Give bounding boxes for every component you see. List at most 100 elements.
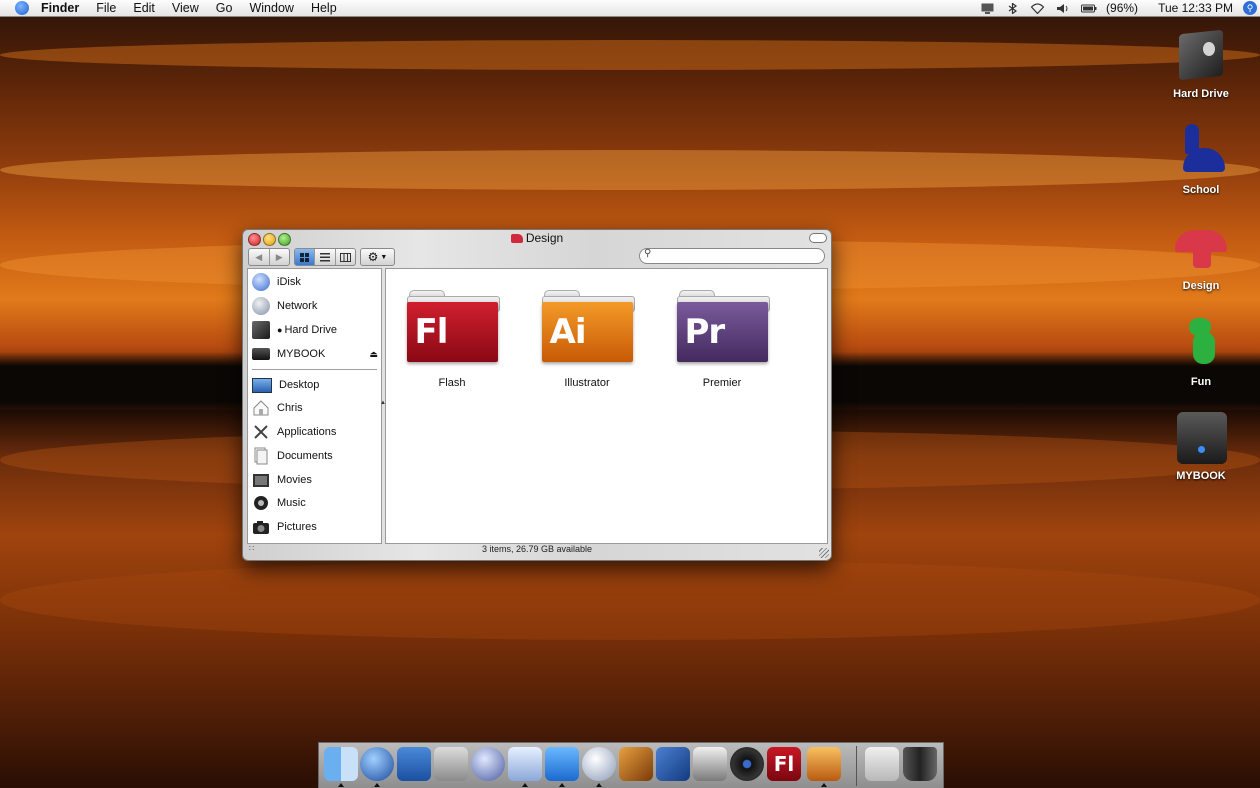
sidebar-item-desktop[interactable]: Desktop [252,375,380,395]
sidebar-item-hard-drive[interactable]: ● Hard Drive [252,320,380,340]
menu-view[interactable]: View [172,1,199,15]
display-icon[interactable] [981,3,994,14]
menu-go[interactable]: Go [216,1,233,15]
illustrator-folder-icon: Ai [541,290,635,364]
sidebar-item-movies[interactable]: Movies [252,470,380,490]
sidebar-item-pictures[interactable]: Pictures [252,517,380,537]
finder-icon[interactable] [324,747,358,781]
folder-label: Illustrator [564,377,610,389]
menu-extras: (96%) Tue 12:33 PM ⚲ [975,0,1260,16]
menu-app-name[interactable]: Finder [41,1,79,15]
idisk-icon [252,273,270,291]
column-view-button[interactable] [336,249,355,265]
cloud-streak [0,40,1260,70]
wifi-icon[interactable] [1031,2,1045,14]
running-indicator [559,783,565,787]
sidebar-item-label: Hard Drive [284,324,338,336]
list-view-button[interactable] [315,249,336,265]
sidebar-item-network[interactable]: Network [252,296,380,316]
sidebar-item-label: Music [277,497,306,509]
bluetooth-icon[interactable] [1006,2,1019,14]
sidebar-item-label: Network [277,300,318,312]
sidebar-item-documents[interactable]: Documents [252,446,380,466]
desktop-icon-label: Fun [1190,376,1212,388]
sidebar-item-mybook[interactable]: MYBOOK ⏏ [252,344,380,364]
resize-grip-icon[interactable] [819,548,829,558]
desktop-icon-label: MYBOOK [1176,470,1226,482]
gear-icon: ⚙ [367,250,379,264]
search-field[interactable]: ⚲ [639,248,825,264]
flash-app-icon[interactable]: Fl [767,747,801,781]
external-drive-icon [1173,410,1229,466]
sidebar-item-chris[interactable]: Chris [252,398,380,418]
sidebar-item-label: Pictures [277,521,317,533]
menu-file[interactable]: File [96,1,116,15]
volume-icon[interactable] [1056,3,1069,14]
trash-icon[interactable] [903,747,937,781]
toolbar-toggle-button[interactable] [809,233,827,243]
external-drive-icon [252,348,270,360]
sidebar-item-idisk[interactable]: iDisk [252,272,380,292]
desktop-icon-fun[interactable]: Fun [1161,316,1241,388]
preview-stamp-icon[interactable] [434,747,468,781]
eject-icon[interactable]: ⏏ [369,349,378,360]
finder-window: Design ◀ ▶ ⚙ ▼ ⚲ iDisk Network ● Hard Dr… [242,229,832,561]
desktop-icon-mybook[interactable]: MYBOOK [1161,410,1241,482]
search-input[interactable] [656,250,816,261]
clock[interactable]: Tue 12:33 PM [1158,1,1233,15]
icon-view-button[interactable] [295,249,316,265]
garageband-icon[interactable] [619,747,653,781]
menu-window[interactable]: Window [249,1,293,15]
desktop-icon [252,377,272,393]
sidebar-item-label: Chris [277,402,303,414]
desktop-icon-school[interactable]: School [1161,124,1241,196]
running-indicator [374,783,380,787]
folder-flash[interactable]: Fl Flash [397,290,507,389]
window-titlebar[interactable]: Design [243,230,831,246]
window-title: Design [243,231,831,245]
flash-app-glyph: Fl [773,752,795,776]
flash-folder-icon: Fl [406,290,500,364]
mail-icon[interactable] [508,747,542,781]
icon-view-icon [300,252,310,262]
iphoto-weather-icon[interactable] [397,747,431,781]
photo-icon[interactable] [807,747,841,781]
dreamweaver-icon[interactable] [545,747,579,781]
spotlight-icon[interactable]: ⚲ [1243,1,1257,15]
menu-edit[interactable]: Edit [133,1,155,15]
itunes-icon[interactable] [582,747,616,781]
folder-illustrator[interactable]: Ai Illustrator [532,290,642,389]
back-button[interactable]: ◀ [249,249,270,265]
home-icon [253,400,269,416]
red-dinosaur-icon [1173,220,1229,276]
sidebar-item-label: MYBOOK [277,348,326,360]
forward-button[interactable]: ▶ [270,249,290,265]
action-menu-button[interactable]: ⚙ ▼ [360,248,395,266]
sidebar-item-label: iDisk [277,276,301,288]
sidebar-item-applications[interactable]: Applications [252,422,380,442]
battery-icon[interactable] [1081,3,1097,14]
menu-help[interactable]: Help [311,1,337,15]
app-blue-icon[interactable] [656,747,690,781]
apple-menu-icon[interactable] [15,1,29,15]
water-reflection [0,560,1260,640]
music-icon [254,496,268,510]
speaker-icon[interactable] [730,747,764,781]
sidebar-item-label: Applications [277,426,337,438]
applications-folder-icon[interactable] [865,747,899,781]
battery-percent: (96%) [1106,1,1139,15]
desktop-icon-design[interactable]: Design [1161,220,1241,292]
sidebar-item-music[interactable]: Music [252,493,380,513]
chevron-down-icon: ▼ [380,253,388,261]
desktop-icon-hard-drive[interactable]: Hard Drive [1161,28,1241,100]
network-globe-icon[interactable] [360,747,394,781]
folder-premier[interactable]: Pr Premier [667,290,777,389]
movies-icon [253,474,269,487]
imovie-icon[interactable] [693,747,727,781]
folder-glyph: Ai [549,312,587,352]
xcode-icon[interactable] [471,747,505,781]
apple-logo-icon: ● [277,325,283,335]
folder-glyph: Pr [684,312,726,352]
sidebar: iDisk Network ● Hard Drive MYBOOK ⏏ Desk… [247,268,382,544]
menu-bar: Finder File Edit View Go Window Help (96… [0,0,1260,17]
